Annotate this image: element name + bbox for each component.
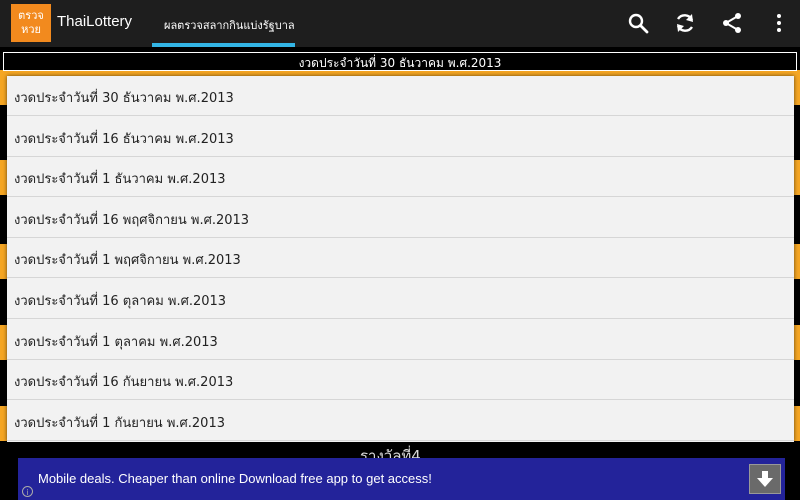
- ad-banner[interactable]: Mobile deals. Cheaper than online Downlo…: [18, 458, 785, 500]
- list-item-label: งวดประจำวันที่ 16 ธันวาคม พ.ศ.2013: [14, 132, 234, 147]
- list-item-label: งวดประจำวันที่ 1 พฤศจิกายน พ.ศ.2013: [14, 253, 241, 268]
- ad-text: Mobile deals. Cheaper than online Downlo…: [38, 471, 432, 486]
- overflow-menu-icon[interactable]: [767, 11, 791, 35]
- list-item-label: งวดประจำวันที่ 16 กันยายน พ.ศ.2013: [14, 375, 234, 390]
- search-icon[interactable]: [626, 11, 650, 35]
- tab-label: ผลตรวจสลากกินแบ่งรัฐบาล: [164, 19, 295, 32]
- list-item-label: งวดประจำวันที่ 1 กันยายน พ.ศ.2013: [14, 416, 225, 431]
- list-item-label: งวดประจำวันที่ 1 ธันวาคม พ.ศ.2013: [14, 172, 226, 187]
- action-bar: ตรวจ หวย ThaiLottery ผลตรวจสลากกินแบ่งรั…: [0, 0, 800, 47]
- list-item[interactable]: งวดประจำวันที่ 1 ตุลาคม พ.ศ.2013: [7, 320, 794, 360]
- logo-line-2: หวย: [21, 23, 41, 36]
- app-title: ThaiLottery: [57, 13, 133, 30]
- ad-info-icon[interactable]: i: [22, 486, 33, 497]
- download-button[interactable]: [749, 464, 781, 494]
- list-item[interactable]: งวดประจำวันที่ 16 ธันวาคม พ.ศ.2013: [7, 117, 794, 157]
- list-item[interactable]: งวดประจำวันที่ 1 ธันวาคม พ.ศ.2013: [7, 157, 794, 197]
- tab-government-lottery[interactable]: ผลตรวจสลากกินแบ่งรัฐบาล: [152, 0, 295, 47]
- draw-dropdown-list: งวดประจำวันที่ 30 ธันวาคม พ.ศ.2013 งวดปร…: [7, 76, 794, 442]
- download-arrow-icon: [757, 471, 773, 487]
- list-item[interactable]: งวดประจำวันที่ 16 พฤศจิกายน พ.ศ.2013: [7, 198, 794, 238]
- selected-draw-label: งวดประจำวันที่ 30 ธันวาคม พ.ศ.2013: [298, 56, 502, 70]
- logo-line-1: ตรวจ: [18, 9, 44, 22]
- list-item-label: งวดประจำวันที่ 30 ธันวาคม พ.ศ.2013: [14, 91, 234, 106]
- draw-selector[interactable]: งวดประจำวันที่ 30 ธันวาคม พ.ศ.2013: [3, 52, 797, 71]
- list-item[interactable]: งวดประจำวันที่ 1 กันยายน พ.ศ.2013: [7, 401, 794, 441]
- list-item-label: งวดประจำวันที่ 16 ตุลาคม พ.ศ.2013: [14, 294, 227, 309]
- app-logo[interactable]: ตรวจ หวย: [11, 4, 51, 42]
- share-icon[interactable]: [720, 11, 744, 35]
- list-item[interactable]: งวดประจำวันที่ 1 พฤศจิกายน พ.ศ.2013: [7, 238, 794, 278]
- list-item-label: งวดประจำวันที่ 1 ตุลาคม พ.ศ.2013: [14, 335, 218, 350]
- refresh-icon[interactable]: [673, 11, 697, 35]
- list-item[interactable]: งวดประจำวันที่ 16 ตุลาคม พ.ศ.2013: [7, 279, 794, 319]
- list-item[interactable]: งวดประจำวันที่ 30 ธันวาคม พ.ศ.2013: [7, 76, 794, 116]
- list-item[interactable]: งวดประจำวันที่ 16 กันยายน พ.ศ.2013: [7, 360, 794, 400]
- list-item-label: งวดประจำวันที่ 16 พฤศจิกายน พ.ศ.2013: [14, 213, 250, 228]
